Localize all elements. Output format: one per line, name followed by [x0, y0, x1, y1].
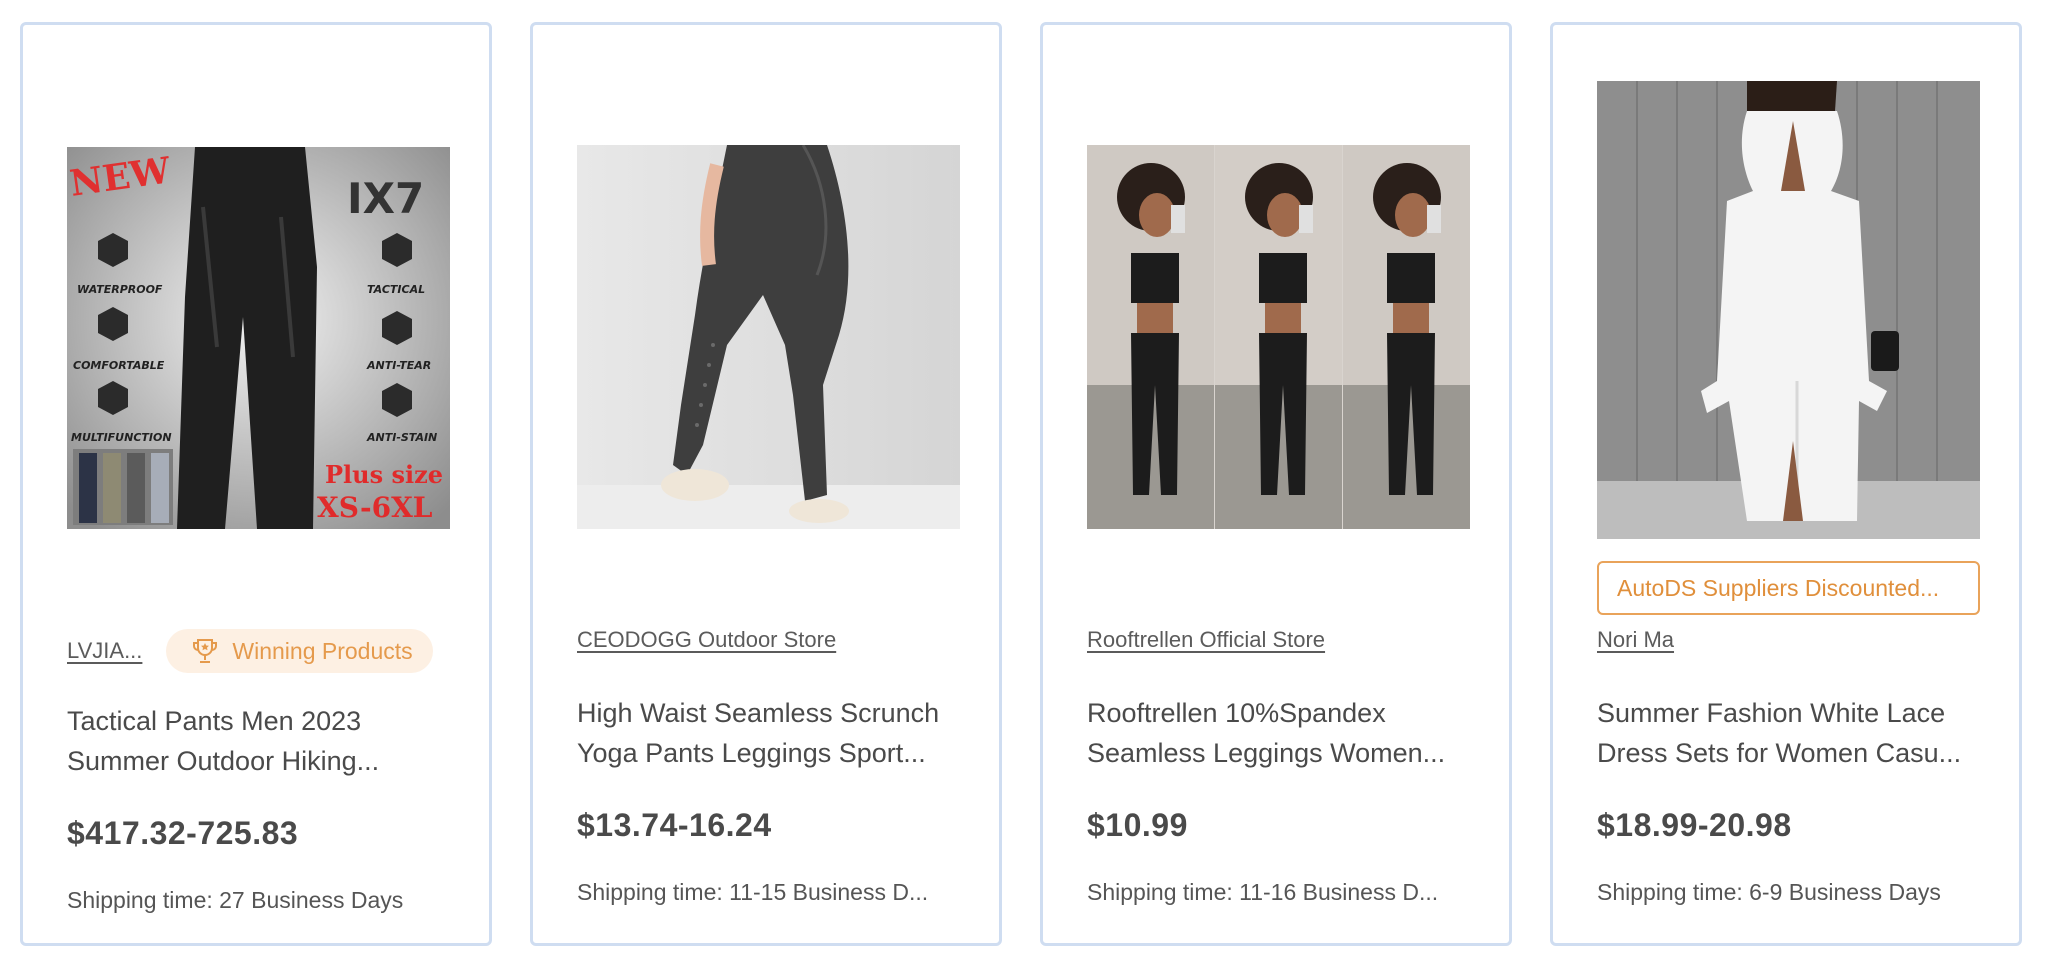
feature-label: ANTI-TEAR: [366, 359, 431, 372]
store-row: CEODOGG Outdoor Store: [577, 627, 836, 653]
product-price: $13.74-16.24: [577, 807, 772, 843]
yoga-leggings-image: [577, 145, 960, 529]
discount-badge[interactable]: AutoDS Suppliers Discounted...: [1597, 561, 1980, 615]
product-image[interactable]: [1597, 81, 1980, 539]
product-card[interactable]: CEODOGG Outdoor Store High Waist Seamles…: [530, 22, 1002, 946]
trophy-icon: [193, 639, 218, 663]
product-image[interactable]: NEW IX7 WATERPROOF COMFORTABLE MULTIFUNC…: [67, 147, 450, 529]
store-row: LVJIA... Winning Products: [67, 629, 433, 673]
product-price: $10.99: [1087, 807, 1188, 843]
sports-set-image: [1087, 145, 1470, 529]
feature-label: COMFORTABLE: [73, 359, 165, 372]
product-card[interactable]: AutoDS Suppliers Discounted... Nori Ma S…: [1550, 22, 2022, 946]
title-line: Tactical Pants Men 2023: [67, 706, 362, 736]
store-row: Nori Ma: [1597, 627, 1674, 653]
store-link[interactable]: CEODOGG Outdoor Store: [577, 627, 836, 653]
product-price: $417.32-725.83: [67, 815, 299, 851]
product-title[interactable]: Tactical Pants Men 2023 Summer Outdoor H…: [67, 701, 467, 781]
product-card[interactable]: Rooftrellen Official Store Rooftrellen 1…: [1040, 22, 1512, 946]
title-line: Summer Outdoor Hiking...: [67, 746, 380, 776]
product-title[interactable]: High Waist Seamless Scrunch Yoga Pants L…: [577, 693, 977, 773]
product-price: $18.99-20.98: [1597, 807, 1792, 843]
store-row: Rooftrellen Official Store: [1087, 627, 1325, 653]
product-title[interactable]: Summer Fashion White Lace Dress Sets for…: [1597, 693, 1997, 773]
winning-products-badge[interactable]: Winning Products: [166, 629, 433, 673]
shipping-time: Shipping time: 6-9 Business Days: [1597, 879, 1941, 905]
product-grid: NEW IX7 WATERPROOF COMFORTABLE MULTIFUNC…: [20, 22, 2022, 946]
plus-size-label: Plus size: [325, 460, 443, 489]
white-dress-image: [1597, 81, 1980, 539]
title-line: Yoga Pants Leggings Sport...: [577, 738, 926, 768]
title-line: Rooftrellen 10%Spandex: [1087, 698, 1386, 728]
title-line: Dress Sets for Women Casu...: [1597, 738, 1962, 768]
product-image[interactable]: [1087, 145, 1470, 529]
shipping-time: Shipping time: 11-15 Business D...: [577, 879, 929, 905]
store-link[interactable]: LVJIA...: [67, 638, 142, 664]
product-image[interactable]: [577, 145, 960, 529]
feature-label: TACTICAL: [367, 283, 425, 296]
title-line: Seamless Leggings Women...: [1087, 738, 1446, 768]
sizes-label: XS-6XL: [317, 491, 433, 524]
store-link[interactable]: Nori Ma: [1597, 627, 1674, 653]
feature-label: MULTIFUNCTION: [71, 431, 172, 444]
title-line: Summer Fashion White Lace: [1597, 698, 1946, 728]
store-link[interactable]: Rooftrellen Official Store: [1087, 627, 1325, 653]
shipping-time: Shipping time: 27 Business Days: [67, 887, 404, 913]
feature-label: WATERPROOF: [77, 283, 163, 296]
brand-label: IX7: [347, 174, 424, 223]
tactical-pants-image: NEW IX7 WATERPROOF COMFORTABLE MULTIFUNC…: [67, 147, 450, 529]
product-card[interactable]: NEW IX7 WATERPROOF COMFORTABLE MULTIFUNC…: [20, 22, 492, 946]
winning-products-label: Winning Products: [232, 637, 413, 664]
feature-label: ANTI-STAIN: [366, 431, 437, 444]
title-line: High Waist Seamless Scrunch: [577, 698, 940, 728]
product-title[interactable]: Rooftrellen 10%Spandex Seamless Leggings…: [1087, 693, 1487, 773]
shipping-time: Shipping time: 11-16 Business D...: [1087, 879, 1439, 905]
